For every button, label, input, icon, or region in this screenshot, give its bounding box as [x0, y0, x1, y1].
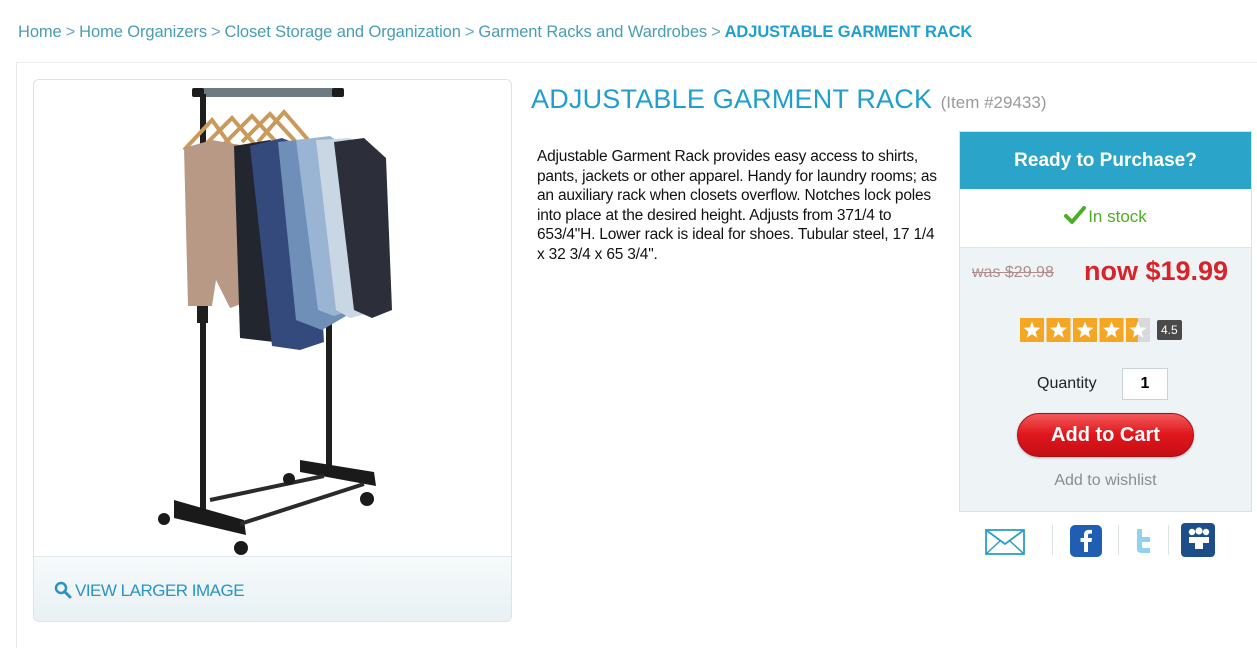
myspace-icon[interactable] — [1181, 523, 1215, 557]
breadcrumb-garment-racks[interactable]: Garment Racks and Wardrobes — [478, 23, 707, 41]
breadcrumb-closet-storage[interactable]: Closet Storage and Organization — [225, 23, 461, 41]
magnifier-icon — [54, 581, 72, 599]
checkmark-icon — [1064, 206, 1087, 224]
was-price: was $29.98 — [972, 264, 1054, 281]
product-title: ADJUSTABLE GARMENT RACK (Item #29433) — [531, 84, 1046, 115]
facebook-icon[interactable] — [1070, 525, 1102, 557]
breadcrumb-home[interactable]: Home — [18, 23, 62, 41]
breadcrumb-separator: > — [711, 23, 721, 41]
rating-stars — [1020, 318, 1150, 342]
stock-label: In stock — [1088, 207, 1147, 226]
purchase-box: Ready to Purchase? In stock was $29.98 n… — [959, 131, 1252, 512]
share-divider — [1168, 525, 1169, 555]
view-larger-label: VIEW LARGER IMAGE — [75, 581, 245, 600]
email-icon[interactable] — [985, 529, 1025, 555]
twitter-icon[interactable] — [1130, 525, 1156, 557]
price-row: was $29.98 now $19.99 — [960, 248, 1251, 298]
product-name: ADJUSTABLE GARMENT RACK — [531, 84, 933, 114]
star-rating: 4.5 — [1020, 318, 1182, 342]
share-divider — [1118, 525, 1119, 555]
breadcrumb-current: ADJUSTABLE GARMENT RACK — [724, 23, 973, 41]
add-to-cart-button[interactable]: Add to Cart — [1017, 413, 1194, 457]
item-number: (Item #29433) — [940, 93, 1047, 112]
product-image-panel: VIEW LARGER IMAGE — [33, 79, 512, 622]
add-to-wishlist-link[interactable]: Add to wishlist — [960, 472, 1251, 490]
view-larger-bar: VIEW LARGER IMAGE — [34, 556, 511, 621]
quantity-input[interactable] — [1122, 368, 1168, 400]
share-icons — [985, 523, 1217, 563]
rating-score: 4.5 — [1157, 320, 1182, 340]
breadcrumb-separator: > — [210, 23, 221, 41]
stock-status: In stock — [960, 189, 1251, 248]
product-description: Adjustable Garment Rack provides easy ac… — [537, 148, 937, 263]
now-price: now $19.99 — [1084, 256, 1229, 286]
purchase-header: Ready to Purchase? — [960, 132, 1251, 189]
breadcrumb-separator: > — [464, 23, 475, 41]
share-divider — [1052, 525, 1053, 555]
quantity-label: Quantity — [1037, 375, 1097, 392]
garment-rack-product-photo[interactable] — [34, 80, 511, 558]
breadcrumb-separator: > — [65, 23, 76, 41]
breadcrumb-home-organizers[interactable]: Home Organizers — [79, 23, 207, 41]
breadcrumb: Home > Home Organizers > Closet Storage and … — [18, 23, 972, 42]
view-larger-image-link[interactable]: VIEW LARGER IMAGE — [54, 581, 245, 601]
